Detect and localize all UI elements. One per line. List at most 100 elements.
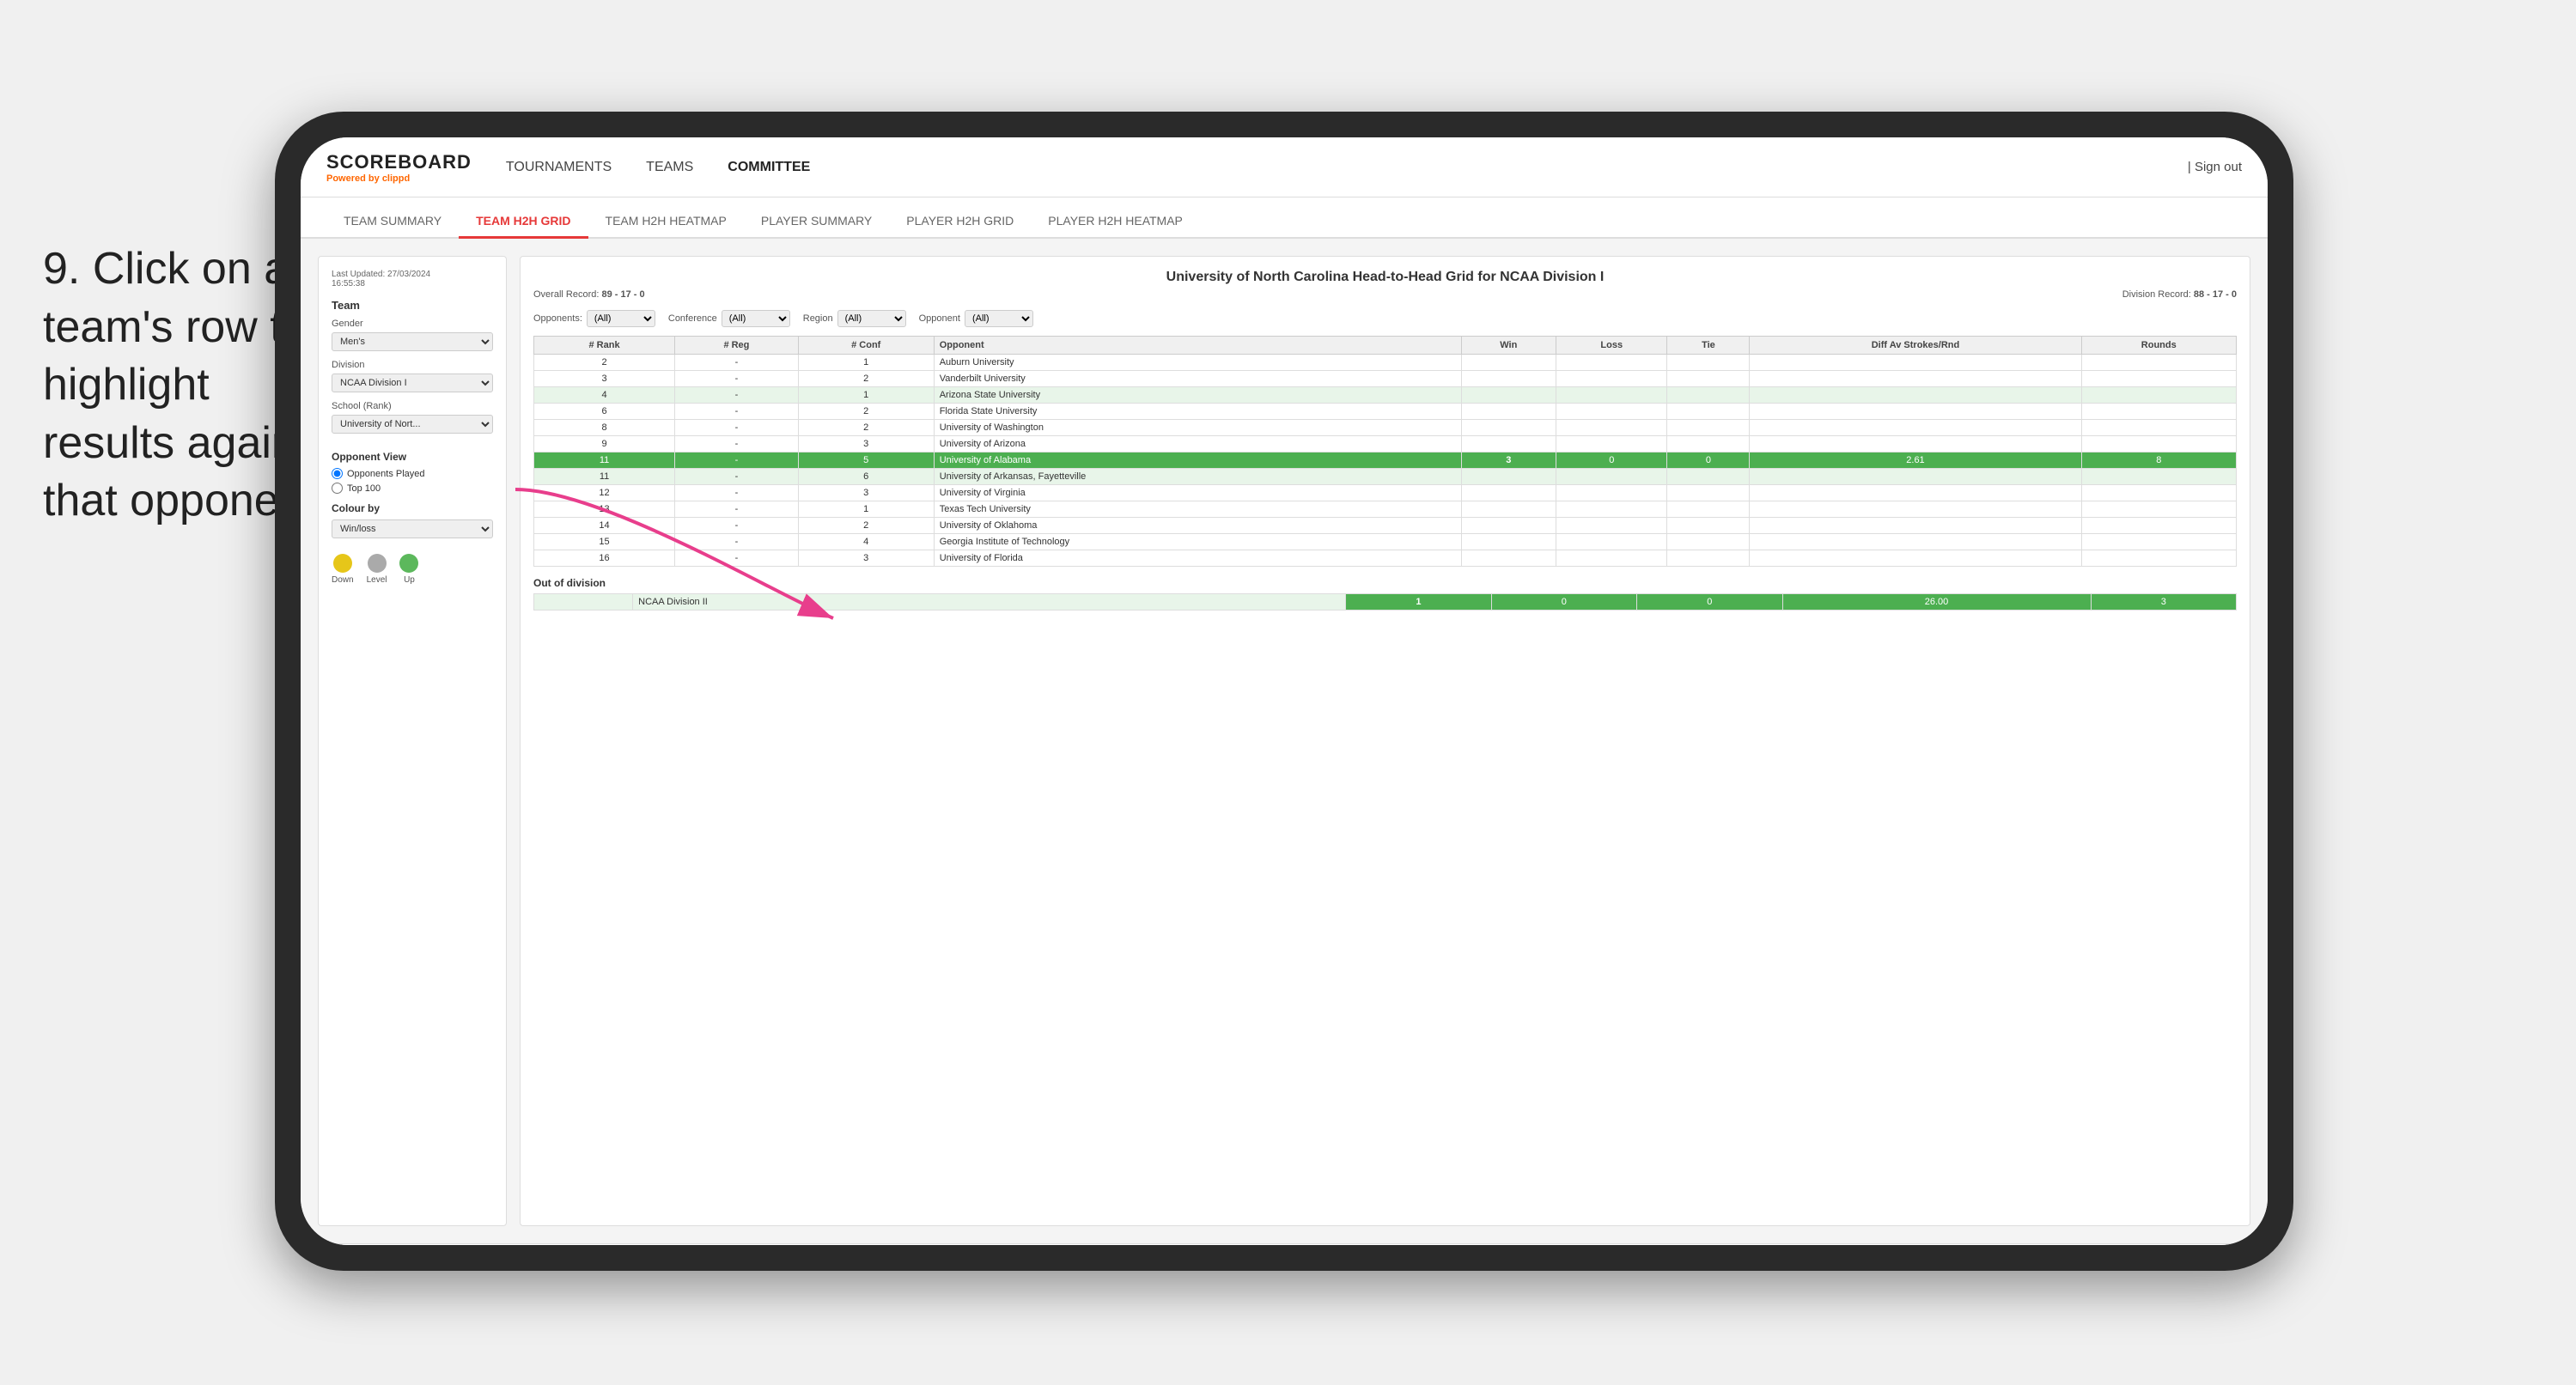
table-row[interactable]: 12 - 3 University of Virginia <box>534 485 2237 501</box>
cell-loss <box>1556 387 1667 404</box>
cell-tie <box>1667 518 1750 534</box>
cell-win <box>1461 355 1556 371</box>
cell-opponent: University of Arizona <box>934 436 1461 453</box>
division-diff: 26.00 <box>1782 594 2091 610</box>
table-row[interactable]: 16 - 3 University of Florida <box>534 550 2237 567</box>
table-row[interactable]: 14 - 2 University of Oklahoma <box>534 518 2237 534</box>
opponents-played-radio[interactable]: Opponents Played <box>332 468 493 479</box>
cell-opponent: Vanderbilt University <box>934 371 1461 387</box>
sub-nav-team-h2h-heatmap[interactable]: TEAM H2H HEATMAP <box>588 205 744 239</box>
cell-tie <box>1667 387 1750 404</box>
col-rounds: Rounds <box>2081 337 2236 355</box>
cell-loss <box>1556 371 1667 387</box>
nav-tournaments[interactable]: TOURNAMENTS <box>506 155 612 179</box>
nav-teams[interactable]: TEAMS <box>646 155 693 179</box>
colour-by-title: Colour by <box>332 502 493 514</box>
cell-tie <box>1667 469 1750 485</box>
conference-filter-select[interactable]: (All) <box>722 310 790 327</box>
cell-rank: 11 <box>534 469 675 485</box>
cell-rank: 15 <box>534 534 675 550</box>
cell-rank: 12 <box>534 485 675 501</box>
grid-title: University of North Carolina Head-to-Hea… <box>533 270 2237 285</box>
nav-sign-out[interactable]: | Sign out <box>2188 160 2242 174</box>
cell-conf: 3 <box>798 436 934 453</box>
table-row[interactable]: 9 - 3 University of Arizona <box>534 436 2237 453</box>
cell-rounds <box>2081 371 2236 387</box>
cell-diff <box>1750 355 2081 371</box>
region-filter: Region (All) <box>803 310 906 327</box>
opponents-filter-select[interactable]: (All) <box>587 310 655 327</box>
cell-diff <box>1750 550 2081 567</box>
cell-diff <box>1750 420 2081 436</box>
sub-nav-team-summary[interactable]: TEAM SUMMARY <box>326 205 459 239</box>
legend-down: Down <box>332 554 354 585</box>
cell-reg: - <box>675 420 799 436</box>
cell-rounds <box>2081 518 2236 534</box>
out-of-division-table: NCAA Division II 1 0 0 26.00 3 <box>533 593 2237 610</box>
school-label: School (Rank) <box>332 401 493 411</box>
cell-rank: 9 <box>534 436 675 453</box>
cell-conf: 6 <box>798 469 934 485</box>
opponent-filter-select[interactable]: (All) <box>965 310 1033 327</box>
table-row[interactable]: 6 - 2 Florida State University <box>534 404 2237 420</box>
cell-win <box>1461 371 1556 387</box>
sub-nav-player-h2h-heatmap[interactable]: PLAYER H2H HEATMAP <box>1031 205 1200 239</box>
cell-opponent: University of Virginia <box>934 485 1461 501</box>
school-select[interactable]: University of Nort... <box>332 415 493 434</box>
nav-links: TOURNAMENTS TEAMS COMMITTEE <box>506 155 2188 179</box>
col-diff: Diff Av Strokes/Rnd <box>1750 337 2081 355</box>
division-select[interactable]: NCAA Division I <box>332 374 493 392</box>
cell-conf: 1 <box>798 387 934 404</box>
table-row[interactable]: 11 - 6 University of Arkansas, Fayettevi… <box>534 469 2237 485</box>
cell-conf: 3 <box>798 550 934 567</box>
grid-panel: University of North Carolina Head-to-Hea… <box>520 256 2250 1226</box>
table-row[interactable]: 2 - 1 Auburn University <box>534 355 2237 371</box>
cell-loss <box>1556 420 1667 436</box>
cell-loss <box>1556 485 1667 501</box>
tablet-frame: SCOREBOARD Powered by clippd TOURNAMENTS… <box>275 112 2293 1271</box>
cell-rank: 14 <box>534 518 675 534</box>
cell-tie <box>1667 534 1750 550</box>
opponent-filter-label: Opponent <box>919 313 960 324</box>
table-row[interactable]: 8 - 2 University of Washington <box>534 420 2237 436</box>
cell-rounds: 8 <box>2081 453 2236 469</box>
team-section-title: Team <box>332 299 493 312</box>
top-100-radio[interactable]: Top 100 <box>332 483 493 494</box>
table-row[interactable]: 4 - 1 Arizona State University <box>534 387 2237 404</box>
col-win: Win <box>1461 337 1556 355</box>
out-of-division-section: Out of division NCAA Division II 1 0 0 2… <box>533 577 2237 610</box>
sub-nav-player-h2h-grid[interactable]: PLAYER H2H GRID <box>889 205 1031 239</box>
conference-filter-label: Conference <box>668 313 717 324</box>
cell-win <box>1461 404 1556 420</box>
cell-tie <box>1667 436 1750 453</box>
table-row[interactable]: 13 - 1 Texas Tech University <box>534 501 2237 518</box>
cell-tie <box>1667 404 1750 420</box>
cell-diff <box>1750 436 2081 453</box>
sub-nav-team-h2h-grid[interactable]: TEAM H2H GRID <box>459 205 588 239</box>
table-row[interactable]: 11 - 5 University of Alabama 3 0 0 2.61 … <box>534 453 2237 469</box>
cell-conf: 2 <box>798 518 934 534</box>
cell-win <box>1461 387 1556 404</box>
cell-opponent: Arizona State University <box>934 387 1461 404</box>
cell-opponent: Texas Tech University <box>934 501 1461 518</box>
filter-row: Opponents: (All) Conference (All) Region <box>533 310 2237 327</box>
gender-select[interactable]: Men's <box>332 332 493 351</box>
cell-rank: 8 <box>534 420 675 436</box>
cell-loss <box>1556 550 1667 567</box>
cell-diff <box>1750 485 2081 501</box>
col-tie: Tie <box>1667 337 1750 355</box>
cell-win <box>1461 436 1556 453</box>
col-opponent: Opponent <box>934 337 1461 355</box>
division-win: 1 <box>1346 594 1491 610</box>
sub-nav-player-summary[interactable]: PLAYER SUMMARY <box>744 205 889 239</box>
nav-committee[interactable]: COMMITTEE <box>728 155 810 179</box>
cell-tie <box>1667 550 1750 567</box>
cell-rounds <box>2081 387 2236 404</box>
colour-by-select[interactable]: Win/loss <box>332 519 493 538</box>
region-filter-select[interactable]: (All) <box>837 310 906 327</box>
out-of-division-row[interactable]: NCAA Division II 1 0 0 26.00 3 <box>534 594 2237 610</box>
table-row[interactable]: 3 - 2 Vanderbilt University <box>534 371 2237 387</box>
table-row[interactable]: 15 - 4 Georgia Institute of Technology <box>534 534 2237 550</box>
cell-rounds <box>2081 469 2236 485</box>
logo-scoreboard: SCOREBOARD <box>326 151 472 173</box>
